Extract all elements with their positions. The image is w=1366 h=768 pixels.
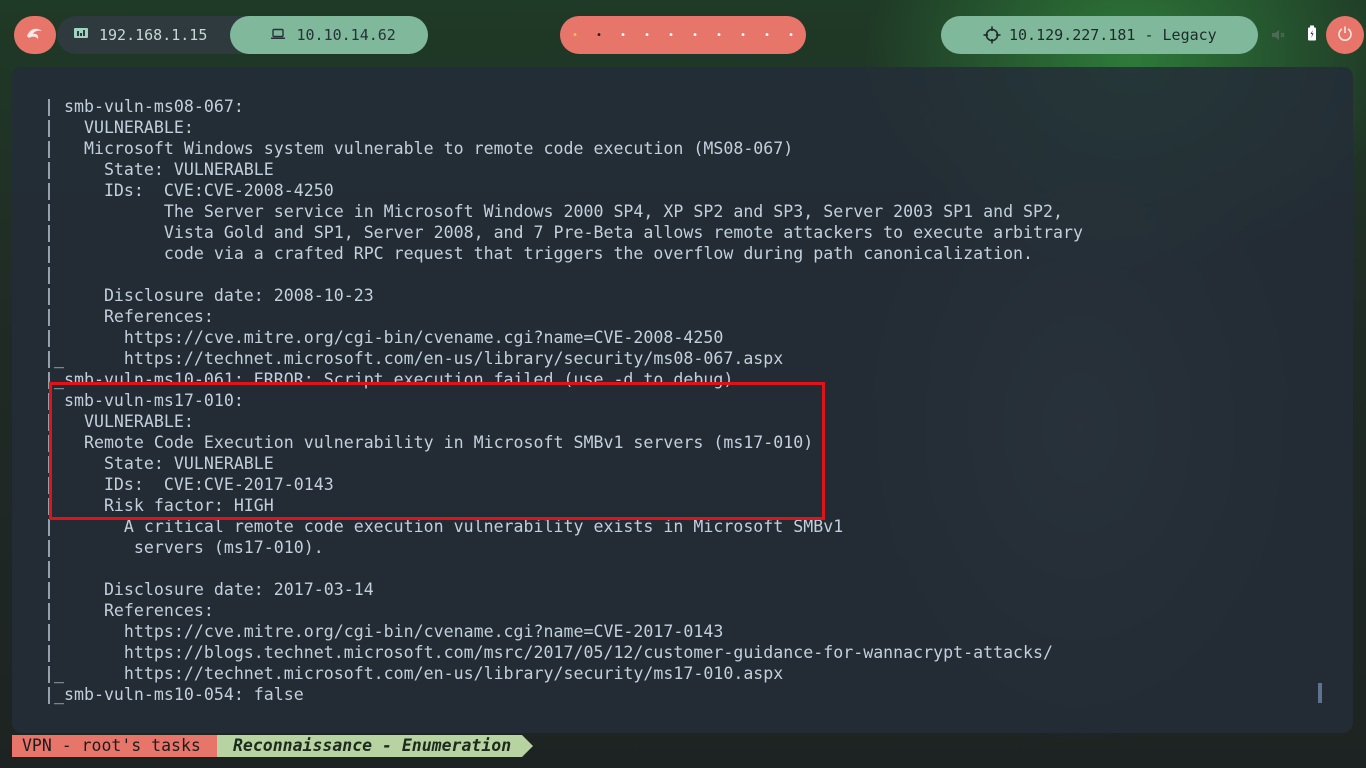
terminal-line: | References: — [44, 307, 214, 326]
terminal-line: | https://blogs.technet.microsoft.com/ms… — [44, 643, 1054, 662]
terminal-line: | The Server service in Microsoft Window… — [44, 202, 1064, 221]
workspace-6[interactable]: • — [683, 30, 707, 41]
highlight-annotation-box — [49, 382, 825, 520]
terminal-line: | code via a crafted RPC request that tr… — [44, 244, 1034, 263]
network-icon — [73, 26, 89, 44]
workspace-3[interactable]: • — [611, 30, 635, 41]
workspace-9[interactable]: • — [755, 30, 779, 41]
volume-muted-icon[interactable] — [1271, 26, 1285, 45]
terminal-line: | https://cve.mitre.org/cgi-bin/cvename.… — [44, 622, 724, 641]
workspace-7[interactable]: • — [707, 30, 731, 41]
workspace-1[interactable]: • — [563, 30, 587, 41]
kali-dragon-icon — [25, 25, 45, 45]
terminal-line: | smb-vuln-ms08-067: — [44, 97, 244, 116]
battery-icon[interactable] — [1307, 25, 1317, 45]
terminal-line: | Disclosure date: 2017-03-14 — [44, 580, 374, 599]
status-session-name[interactable]: VPN - root's tasks — [12, 735, 217, 757]
terminal-line: | — [44, 265, 54, 284]
terminal-line: | https://cve.mitre.org/cgi-bin/cvename.… — [44, 328, 724, 347]
status-separator — [205, 735, 216, 757]
crosshair-icon — [983, 26, 1001, 48]
system-tray — [1260, 16, 1328, 54]
terminal-line: |_ https://technet.microsoft.com/en-us/l… — [44, 664, 784, 683]
terminal-line: | IDs: CVE:CVE-2008-4250 — [44, 181, 334, 200]
workspace-8[interactable]: • — [731, 30, 755, 41]
terminal-line: | VULNERABLE: — [44, 118, 194, 137]
terminal-line: |_smb-vuln-ms10-054: false — [44, 685, 304, 704]
laptop-icon — [270, 26, 286, 44]
local-ip-segment: 192.168.1.15 — [57, 16, 231, 54]
power-icon — [1337, 25, 1353, 45]
vpn-ip-segment: 10.10.14.62 — [230, 16, 428, 54]
power-button[interactable] — [1326, 16, 1364, 54]
terminal-line: | servers (ms17-010). — [44, 538, 324, 557]
app-menu-button[interactable] — [14, 16, 56, 54]
workspace-5[interactable]: • — [659, 30, 683, 41]
vpn-ip-label: 10.10.14.62 — [296, 26, 396, 44]
network-info-pill: 192.168.1.15 10.10.14.62 — [57, 16, 428, 54]
tmux-status-bar: Reconnaissance - Enumeration VPN - root'… — [0, 735, 1366, 757]
target-info-pill: 10.129.227.181 - Legacy — [941, 16, 1258, 54]
workspace-switcher: • • • • • • • • • • — [560, 16, 806, 54]
terminal-line: | Vista Gold and SP1, Server 2008, and 7… — [44, 223, 1083, 242]
terminal-line: | State: VULNERABLE — [44, 160, 274, 179]
terminal-scrollbar[interactable] — [1318, 683, 1322, 703]
terminal-line: | — [44, 559, 54, 578]
terminal-line: | Microsoft Windows system vulnerable to… — [44, 139, 794, 158]
target-label: 10.129.227.181 - Legacy — [1009, 26, 1217, 44]
local-ip-label: 192.168.1.15 — [99, 26, 208, 44]
terminal-line: | References: — [44, 601, 214, 620]
status-separator — [522, 735, 533, 757]
terminal-line: | Disclosure date: 2008-10-23 — [44, 286, 374, 305]
workspace-4[interactable]: • — [635, 30, 659, 41]
workspace-2[interactable]: • — [587, 30, 611, 41]
workspace-10[interactable]: • — [779, 30, 803, 41]
status-window-name[interactable]: Reconnaissance - Enumeration — [217, 735, 522, 757]
terminal-line: |_ https://technet.microsoft.com/en-us/l… — [44, 349, 784, 368]
